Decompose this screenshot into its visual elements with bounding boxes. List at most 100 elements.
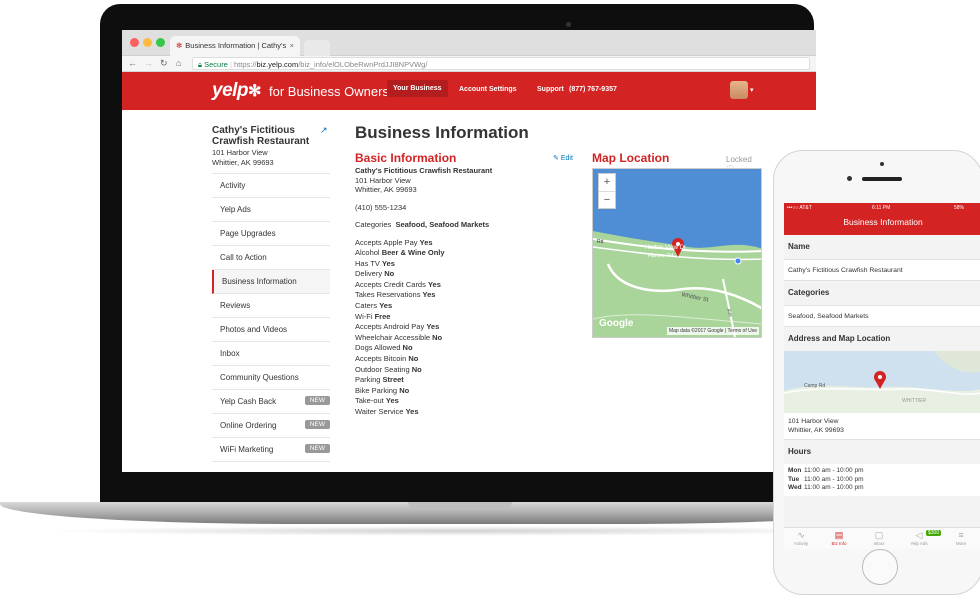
sidebar-item-wifi-marketing[interactable]: WiFi Marketing NEW (212, 438, 330, 462)
secure-label: Secure (204, 60, 228, 69)
address-line1: 101 Harbor View (355, 175, 411, 185)
nav-support[interactable]: Support (537, 86, 564, 93)
phone-title: Business Information (784, 213, 980, 235)
attribute-row: Accepts Android Pay Yes (355, 322, 440, 332)
browser-tab-bar: ✻ Business Information | Cathy's × (122, 30, 816, 56)
sidebar-item-yelp-cash-back[interactable]: Yelp Cash Back NEW (212, 390, 330, 414)
sidebar-item-photos-and-videos[interactable]: Photos and Videos (212, 318, 330, 342)
maximize-window-icon[interactable] (156, 38, 165, 47)
yelp-logo[interactable]: yelp✻ (212, 80, 261, 102)
home-icon[interactable]: ⌂ (176, 58, 181, 68)
svg-text:Harbor View Dr: Harbor View Dr (645, 245, 686, 251)
pencil-icon: ✎ (553, 155, 559, 162)
map-attribution[interactable]: Map data ©2017 Google | Terms of Use (667, 327, 759, 335)
close-window-icon[interactable] (130, 38, 139, 47)
sidebar-item-activity[interactable]: Activity (212, 174, 330, 198)
map[interactable]: Harbor View Dr Harbor Rd Whittier St Rd … (592, 168, 762, 338)
attribute-row: Has TV Yes (355, 258, 395, 268)
sidebar: Cathy's Fictitious Crawfish Restaurant ↗… (212, 125, 330, 462)
attribute-row: Delivery No (355, 269, 395, 279)
pulse-icon: ∿ (797, 530, 805, 540)
chevron-down-icon[interactable]: ▾ (750, 86, 754, 94)
sidebar-item-page-upgrades[interactable]: Page Upgrades (212, 222, 330, 246)
attribute-row: Waiter Service Yes (355, 407, 419, 416)
sidebar-item-online-ordering[interactable]: Online Ordering NEW (212, 414, 330, 438)
zoom-out-button[interactable]: − (599, 192, 615, 209)
phone-address-line2: Whittier, AK 99693 (788, 427, 844, 434)
minimize-window-icon[interactable] (143, 38, 152, 47)
attribute-row: Takes Reservations Yes (355, 290, 436, 300)
header-tagline: for Business Owners (269, 84, 389, 99)
phone-tab-bar: ∿ Activity ▤ Biz Info ▢ Inbox ◁ Yelp Ads $30… (784, 527, 980, 549)
attribute-row: Accepts Bitcoin No (355, 354, 419, 364)
sidebar-item-community-questions[interactable]: Community Questions (212, 366, 330, 390)
sidebar-item-call-to-action[interactable]: Call to Action (212, 246, 330, 270)
phone-name-value[interactable]: Cathy's Fictitious Crawfish Restaurant (784, 259, 980, 281)
sidebar-item-inbox[interactable]: Inbox (212, 342, 330, 366)
external-link-icon[interactable]: ↗ (320, 125, 328, 136)
chat-icon: ▢ (874, 530, 884, 540)
business-name: Cathy's Fictitious Crawfish Restaurant (212, 125, 310, 147)
attributes-list: Accepts Apple Pay Yes Alcohol Beer & Wine… (355, 238, 575, 418)
sidebar-item-label: Photos and Videos (220, 325, 288, 334)
hours-row: Wed 11:00 am - 10:00 pm (788, 484, 864, 491)
business-address-line1: 101 Harbor View (212, 148, 268, 157)
address-line2: Whittier, AK 99693 (355, 185, 417, 194)
hours-row: Mon 11:00 am - 10:00 pm (788, 467, 864, 474)
back-icon[interactable]: ← (128, 58, 137, 68)
yelp-header: yelp✻ for Business Owners Your Business … (122, 72, 816, 110)
phone-name-heading: Name (788, 242, 810, 251)
attribute-row: Wheelchair Accessible No (355, 332, 443, 342)
sidebar-item-business-information[interactable]: Business Information (212, 270, 330, 294)
sidebar-item-yelp-ads[interactable]: Yelp Ads (212, 198, 330, 222)
storefront-icon: ▤ (834, 530, 844, 540)
nav-your-business[interactable]: Your Business (387, 80, 448, 97)
svg-text:Rd: Rd (597, 239, 604, 245)
zoom-in-button[interactable]: + (599, 174, 615, 192)
phone-tab-biz-info[interactable]: ▤ Biz Info (824, 530, 854, 546)
phone-tab-activity[interactable]: ∿ Activity (786, 530, 816, 546)
nav-account-settings[interactable]: Account Settings (459, 86, 517, 93)
sidebar-item-reviews[interactable]: Reviews (212, 294, 330, 318)
carrier-label: •••○○ AT&T (787, 205, 812, 211)
lock-icon: 🔒︎ (198, 60, 202, 69)
phone-hours-heading: Hours (788, 447, 812, 456)
status-time: 6:11 PM (872, 205, 891, 211)
main-panel: Business Information Basic Information ✎… (355, 123, 803, 416)
address-bar[interactable]: 🔒︎ Secure | https://biz.yelp.com/biz_inf… (192, 57, 810, 70)
edit-button[interactable]: ✎ Edit (553, 154, 573, 162)
phone-map-graphic: Camp Rd WHITTIER (784, 351, 980, 413)
basic-information-heading: Basic Information (355, 151, 457, 165)
phone-tab-more[interactable]: ≡ More (946, 530, 976, 546)
browser-tab[interactable]: ✻ Business Information | Cathy's × (170, 36, 300, 56)
business-name-bold: Cathy's Fictitious Crawfish Restaurant (355, 166, 493, 175)
yelp-burst-icon: ✻ (248, 83, 261, 100)
sidebar-item-label: Community Questions (220, 373, 299, 382)
phone-map[interactable]: Camp Rd WHITTIER (784, 351, 980, 413)
phone-address-line1: 101 Harbor View (788, 418, 839, 425)
hours-row: Tue 11:00 am - 10:00 pm (788, 475, 864, 483)
avatar[interactable] (730, 81, 748, 99)
phone-categories-value[interactable]: Seafood, Seafood Markets (784, 305, 980, 327)
phone-address[interactable]: 101 Harbor View Whittier, AK 99693 (784, 413, 980, 440)
menu-icon: ≡ (958, 530, 964, 540)
phone-status-bar: •••○○ AT&T 6:11 PM 58% (784, 203, 980, 213)
map-graphic: Harbor View Dr Harbor Rd Whittier St Rd … (593, 169, 761, 337)
svg-text:Camp Rd: Camp Rd (804, 383, 825, 389)
laptop-notch (408, 502, 512, 510)
new-badge: NEW (304, 444, 330, 453)
support-phone: (877) 767-9357 (569, 86, 617, 93)
phone-tab-inbox[interactable]: ▢ Inbox (864, 530, 894, 546)
attribute-row: Take-out Yes (355, 396, 399, 406)
page-content: Cathy's Fictitious Crawfish Restaurant ↗… (122, 110, 816, 472)
phone-screen: •••○○ AT&T 6:11 PM 58% Business Informat… (784, 203, 980, 549)
new-tab-button[interactable] (304, 40, 330, 56)
phone-home-button[interactable] (862, 549, 898, 585)
reload-icon[interactable]: ↻ (160, 58, 168, 69)
page-title: Business Information (355, 123, 529, 142)
close-tab-icon[interactable]: × (290, 41, 294, 50)
phone-hours: Mon 11:00 am - 10:00 pm Tue 11:00 am - 10:0… (784, 464, 980, 496)
attribute-row: Wi-Fi Free (355, 311, 391, 321)
battery-label: 58% (954, 205, 965, 211)
forward-icon[interactable]: → (144, 58, 153, 68)
